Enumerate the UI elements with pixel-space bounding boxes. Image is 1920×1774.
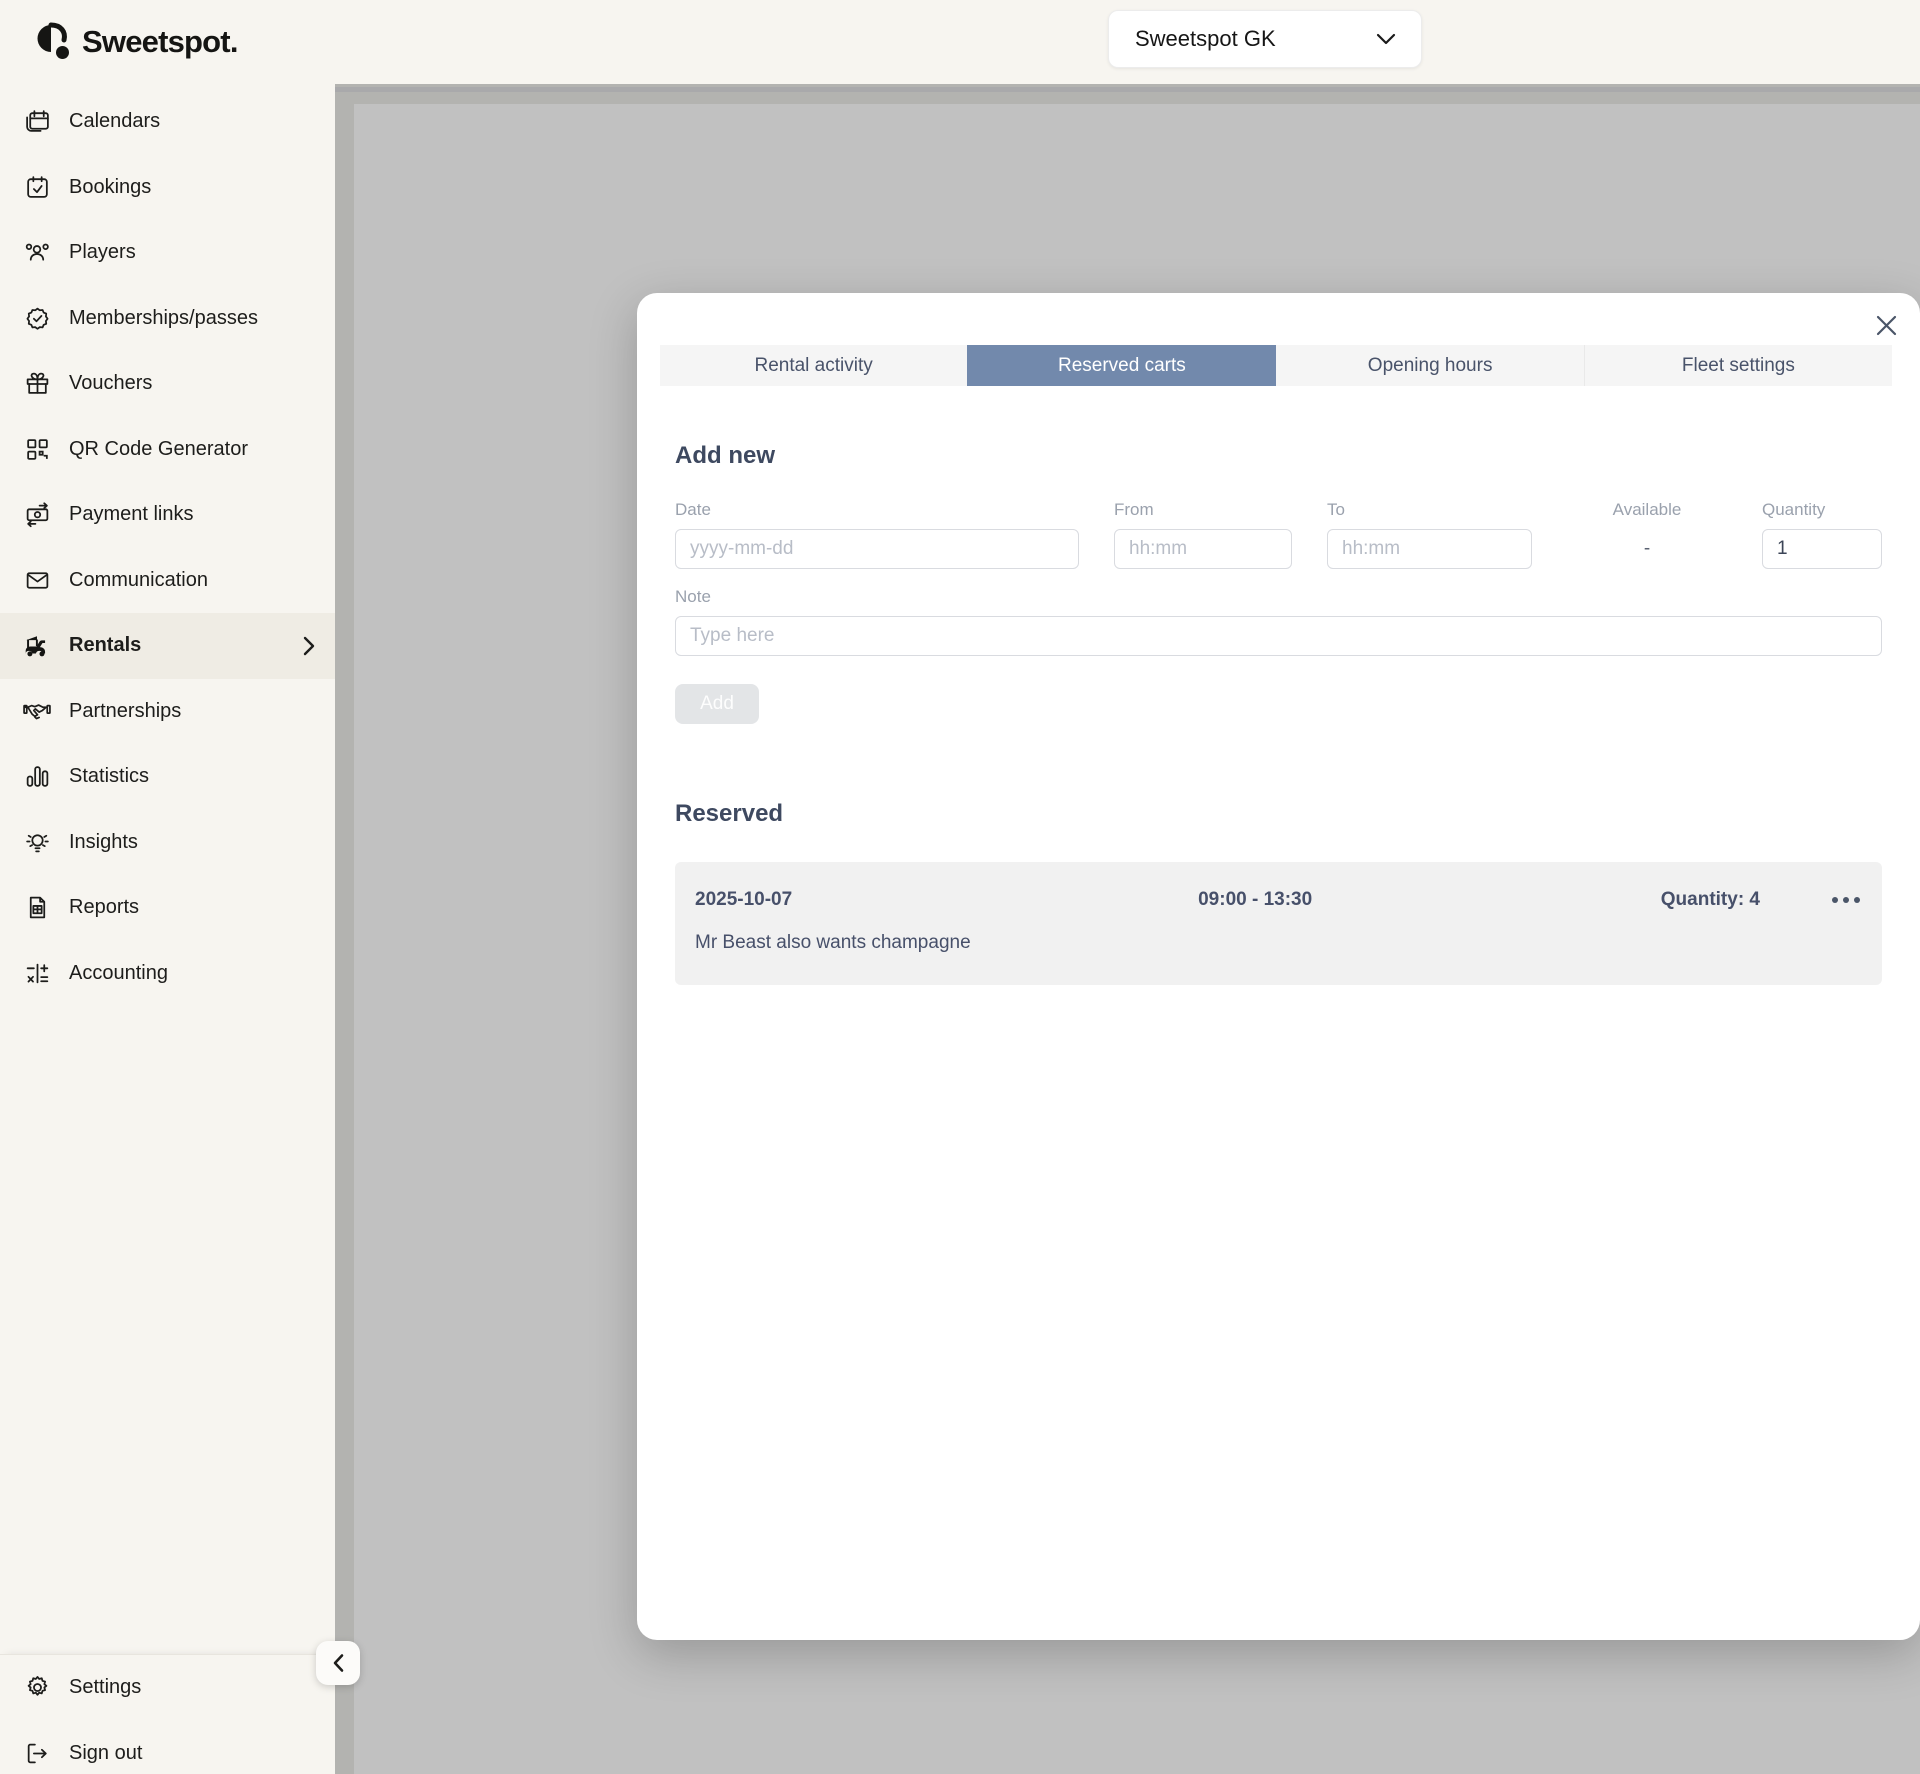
sidebar-item-communication[interactable]: Communication — [0, 548, 335, 614]
sidebar-item-settings[interactable]: Settings — [0, 1655, 335, 1721]
gear-icon — [22, 1673, 52, 1703]
sidebar-item-qr-code-generator[interactable]: QR Code Generator — [0, 417, 335, 483]
sidebar-item-label: Statistics — [69, 765, 149, 788]
reserved-entry-time: 09:00 - 13:30 — [1080, 889, 1430, 911]
sidebar: Calendars Bookings Players — [0, 84, 335, 1774]
reserved-entry-card: 2025-10-07 09:00 - 13:30 Quantity: 4 Mr … — [675, 862, 1882, 985]
tab-opening-hours[interactable]: Opening hours — [1276, 345, 1584, 386]
close-icon[interactable] — [1866, 305, 1906, 345]
sign-out-icon — [22, 1738, 52, 1768]
sidebar-item-memberships[interactable]: Memberships/passes — [0, 286, 335, 352]
sidebar-item-label: Calendars — [69, 110, 160, 133]
date-label: Date — [675, 500, 1079, 520]
sidebar-item-label: Accounting — [69, 962, 168, 985]
math-operators-icon — [22, 958, 52, 988]
bar-chart-icon — [22, 762, 52, 792]
organization-selector[interactable]: Sweetspot GK — [1108, 10, 1422, 68]
report-document-icon — [22, 893, 52, 923]
sidebar-item-insights[interactable]: Insights — [0, 810, 335, 876]
sidebar-bottom-section: Settings Sign out — [0, 1654, 335, 1774]
to-label: To — [1327, 500, 1532, 520]
note-label: Note — [675, 587, 1882, 607]
available-value: - — [1567, 529, 1727, 569]
sidebar-item-label: Settings — [69, 1676, 141, 1699]
brand-name: Sweetspot. — [82, 24, 238, 60]
sidebar-item-accounting[interactable]: Accounting — [0, 941, 335, 1007]
sweetspot-logo-icon — [36, 21, 72, 63]
sidebar-item-label: Payment links — [69, 503, 194, 526]
tab-fleet-settings[interactable]: Fleet settings — [1584, 345, 1892, 386]
sidebar-nav: Calendars Bookings Players — [0, 84, 335, 1006]
ellipsis-icon[interactable] — [1830, 891, 1862, 909]
available-field-group: Available - — [1567, 500, 1727, 569]
sidebar-item-label: Memberships/passes — [69, 307, 258, 330]
from-time-input[interactable] — [1114, 529, 1292, 569]
sidebar-item-label: Players — [69, 241, 136, 264]
date-input[interactable] — [675, 529, 1079, 569]
note-field-group: Note — [675, 587, 1882, 656]
from-label: From — [1114, 500, 1292, 520]
brand-logo: Sweetspot. — [36, 0, 238, 84]
sidebar-item-label: Rentals — [69, 634, 141, 657]
available-label: Available — [1567, 500, 1727, 520]
reserved-entry-quantity: Quantity: 4 — [1661, 889, 1760, 911]
organization-selector-value: Sweetspot GK — [1135, 26, 1276, 52]
sidebar-item-rentals[interactable]: Rentals — [0, 613, 335, 679]
sidebar-collapse-button[interactable] — [316, 1641, 360, 1685]
reserved-carts-panel: Add new Date From To Available - Quantit… — [637, 442, 1920, 985]
reserved-entry-row: 2025-10-07 09:00 - 13:30 Quantity: 4 — [695, 889, 1862, 911]
handshake-icon — [22, 696, 52, 726]
sidebar-item-bookings[interactable]: Bookings — [0, 155, 335, 221]
chevron-right-icon — [301, 635, 317, 657]
tab-reserved-carts[interactable]: Reserved carts — [967, 345, 1275, 386]
sidebar-item-partnerships[interactable]: Partnerships — [0, 679, 335, 745]
quantity-input[interactable] — [1762, 529, 1882, 569]
sidebar-item-label: Partnerships — [69, 700, 181, 723]
add-new-title: Add new — [675, 442, 1882, 470]
sidebar-item-label: QR Code Generator — [69, 438, 248, 461]
golf-cart-icon — [22, 631, 52, 661]
quantity-label: Quantity — [1762, 500, 1882, 520]
chevron-left-icon — [331, 1653, 346, 1673]
lightbulb-icon — [22, 827, 52, 857]
sidebar-item-label: Vouchers — [69, 372, 152, 395]
note-input[interactable] — [675, 616, 1882, 656]
sidebar-item-statistics[interactable]: Statistics — [0, 744, 335, 810]
to-field-group: To — [1327, 500, 1532, 569]
top-header-bar: Sweetspot. Sweetspot GK — [0, 0, 1920, 84]
quantity-field-group: Quantity — [1762, 500, 1882, 569]
sidebar-item-label: Insights — [69, 831, 138, 854]
sidebar-item-sign-out[interactable]: Sign out — [0, 1721, 335, 1774]
badge-check-icon — [22, 303, 52, 333]
reserved-title: Reserved — [675, 800, 1882, 828]
sidebar-item-vouchers[interactable]: Vouchers — [0, 351, 335, 417]
sidebar-item-calendars[interactable]: Calendars — [0, 89, 335, 155]
sidebar-item-reports[interactable]: Reports — [0, 875, 335, 941]
add-button[interactable]: Add — [675, 684, 759, 724]
reserved-entry-note: Mr Beast also wants champagne — [695, 932, 1862, 954]
chevron-down-icon — [1375, 32, 1397, 46]
sidebar-item-label: Sign out — [69, 1742, 142, 1765]
envelope-icon — [22, 565, 52, 595]
to-time-input[interactable] — [1327, 529, 1532, 569]
add-new-form-row: Date From To Available - Quantity — [675, 500, 1882, 569]
calendar-icon — [22, 107, 52, 137]
sidebar-item-label: Bookings — [69, 176, 151, 199]
qr-code-icon — [22, 434, 52, 464]
sidebar-item-label: Reports — [69, 896, 139, 919]
rentals-modal: Rental activity Reserved carts Opening h… — [637, 293, 1920, 1640]
sidebar-item-label: Communication — [69, 569, 208, 592]
page-header-divider — [335, 87, 1920, 92]
people-icon — [22, 238, 52, 268]
date-field-group: Date — [675, 500, 1079, 569]
tab-rental-activity[interactable]: Rental activity — [660, 345, 967, 386]
calendar-check-icon — [22, 172, 52, 202]
reserved-entry-date: 2025-10-07 — [695, 889, 1080, 911]
modal-tab-bar: Rental activity Reserved carts Opening h… — [660, 345, 1892, 386]
gift-icon — [22, 369, 52, 399]
sidebar-item-players[interactable]: Players — [0, 220, 335, 286]
banknote-arrows-icon — [22, 500, 52, 530]
from-field-group: From — [1114, 500, 1292, 569]
sidebar-item-payment-links[interactable]: Payment links — [0, 482, 335, 548]
